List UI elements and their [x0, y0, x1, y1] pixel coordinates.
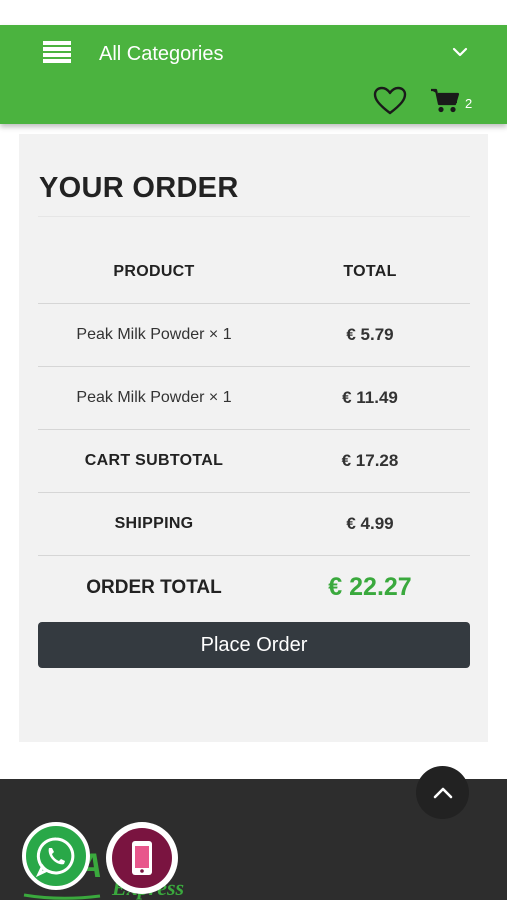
table-header-row: PRODUCT TOTAL	[38, 241, 470, 304]
category-select-label[interactable]: All Categories	[99, 43, 224, 66]
chevron-down-icon[interactable]	[452, 46, 468, 58]
shipping-label: SHIPPING	[114, 515, 194, 532]
product-name: Peak Milk Powder × 1	[76, 326, 232, 343]
page-title: YOUR ORDER	[39, 172, 239, 204]
table-row: Peak Milk Powder × 1 € 5.79	[38, 304, 470, 367]
table-row: Peak Milk Powder × 1 € 11.49	[38, 367, 470, 430]
cart-icon[interactable]	[430, 88, 460, 114]
menu-icon[interactable]	[43, 41, 71, 63]
subtotal-label: CART SUBTOTAL	[84, 452, 224, 469]
product-price: € 5.79	[346, 325, 394, 344]
cart-count-badge: 2	[465, 96, 473, 111]
product-price: € 11.49	[342, 388, 398, 407]
whatsapp-icon	[35, 837, 75, 878]
order-table: PRODUCT TOTAL Peak Milk Powder × 1 € 5.7…	[38, 241, 470, 619]
phone-icon	[132, 841, 152, 875]
call-button-inner	[112, 828, 172, 888]
subtotal-row: CART SUBTOTAL € 17.28	[38, 430, 470, 493]
whatsapp-button[interactable]	[22, 822, 90, 890]
order-total-label: ORDER TOTAL	[86, 576, 222, 598]
place-order-button[interactable]: Place Order	[38, 622, 470, 668]
order-total-value: € 22.27	[328, 573, 412, 601]
total-column-header: TOTAL	[343, 263, 397, 280]
shipping-value: € 4.99	[346, 514, 394, 533]
arrow-up-icon	[433, 787, 452, 798]
product-name: Peak Milk Powder × 1	[76, 389, 232, 406]
back-to-top-button[interactable]	[416, 766, 469, 819]
order-total-row: ORDER TOTAL € 22.27	[38, 556, 470, 619]
subtotal-value: € 17.28	[341, 451, 399, 470]
top-header-bar: All Categories 2	[0, 25, 507, 124]
shipping-row: SHIPPING € 4.99	[38, 493, 470, 556]
title-divider	[38, 216, 470, 217]
call-button[interactable]	[106, 822, 178, 894]
product-column-header: PRODUCT	[113, 263, 195, 280]
heart-icon[interactable]	[373, 86, 407, 116]
order-summary-panel: YOUR ORDER PRODUCT TOTAL Peak Milk Powde…	[19, 134, 488, 742]
